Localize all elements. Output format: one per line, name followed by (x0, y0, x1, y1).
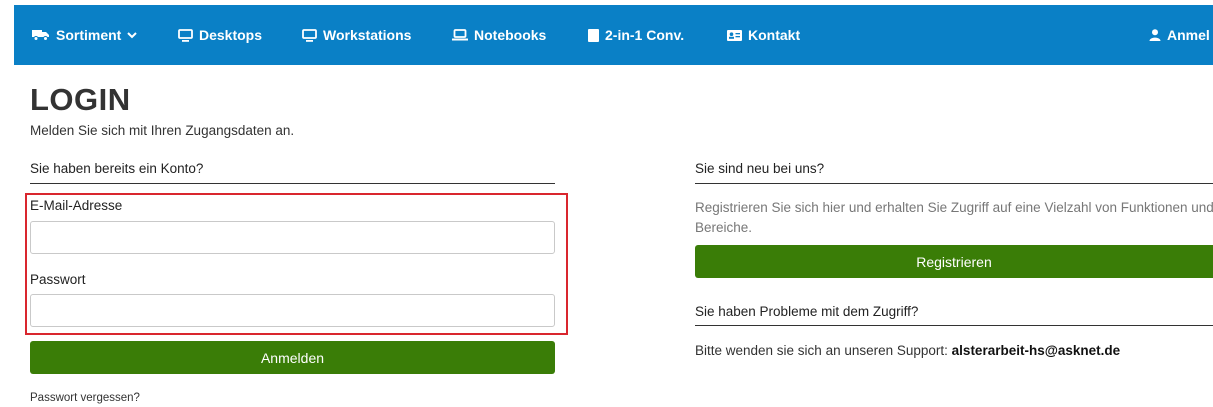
nav-notebooks-label: Notebooks (474, 27, 547, 43)
register-heading: Sie sind neu bei uns? (695, 161, 825, 176)
nav-notebooks[interactable]: Notebooks (452, 5, 546, 65)
main-navbar: Sortiment Desktops Workstations Notebook… (14, 5, 1213, 65)
monitor-icon (302, 28, 317, 42)
laptop-icon (452, 29, 468, 41)
register-description: Registrieren Sie sich hier und erhalten … (695, 200, 1213, 235)
register-button[interactable]: Registrieren (695, 245, 1213, 278)
nav-login-label: Anmel (1167, 27, 1210, 43)
support-heading-divider (695, 325, 1213, 326)
page-title: LOGIN (30, 82, 131, 117)
login-heading-divider (30, 183, 555, 184)
email-field[interactable] (30, 221, 555, 254)
nav-desktops-label: Desktops (199, 27, 263, 43)
nav-login[interactable]: Anmel (1149, 5, 1210, 65)
support-heading: Sie haben Probleme mit dem Zugriff? (695, 304, 919, 319)
monitor-icon (178, 28, 193, 42)
forgot-password-link[interactable]: Passwort vergessen? (30, 392, 140, 404)
support-email-link[interactable]: alsterarbeit-hs@asknet.de (952, 343, 1120, 358)
nav-kontakt[interactable]: Kontakt (727, 5, 800, 65)
register-heading-divider (695, 183, 1213, 184)
login-button[interactable]: Anmelden (30, 341, 555, 374)
nav-sortiment[interactable]: Sortiment (32, 5, 138, 65)
tablet-icon (588, 28, 599, 42)
nav-workstations[interactable]: Workstations (302, 5, 411, 65)
support-text: Bitte wenden sie sich an unseren Support… (695, 343, 1120, 358)
contact-card-icon (727, 29, 742, 41)
chevron-down-icon (127, 31, 138, 38)
page-subtitle: Melden Sie sich mit Ihren Zugangsdaten a… (30, 123, 295, 138)
support-text-label: Bitte wenden sie sich an unseren Support… (695, 343, 952, 358)
nav-desktops[interactable]: Desktops (178, 5, 262, 65)
login-heading: Sie haben bereits ein Konto? (30, 161, 204, 176)
nav-kontakt-label: Kontakt (748, 27, 801, 43)
nav-convertibles[interactable]: 2-in-1 Conv. (588, 5, 684, 65)
nav-sortiment-label: Sortiment (56, 27, 122, 43)
nav-workstations-label: Workstations (323, 27, 412, 43)
password-label: Passwort (30, 272, 86, 287)
password-field[interactable] (30, 294, 555, 327)
nav-convertibles-label: 2-in-1 Conv. (605, 27, 685, 43)
user-icon (1149, 29, 1161, 41)
email-label: E-Mail-Adresse (30, 198, 123, 213)
truck-icon (32, 30, 49, 41)
